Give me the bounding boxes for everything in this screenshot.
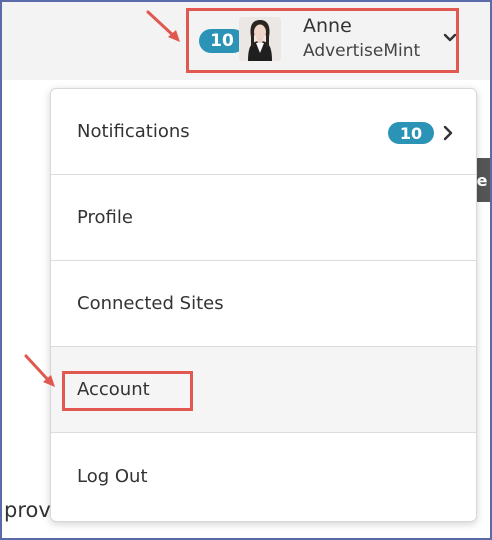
background-partial-text: prov bbox=[4, 498, 51, 522]
menu-item-label: Log Out bbox=[77, 465, 148, 487]
account-highlight-box bbox=[62, 371, 193, 411]
annotation-arrow-left bbox=[24, 354, 55, 387]
notifications-count-badge: 10 bbox=[388, 122, 434, 144]
menu-item-connected-sites[interactable]: Connected Sites bbox=[51, 261, 476, 347]
menu-item-log-out[interactable]: Log Out bbox=[51, 433, 476, 519]
menu-item-label: Profile bbox=[77, 207, 133, 228]
menu-item-profile[interactable]: Profile bbox=[51, 175, 476, 261]
menu-item-label: Notifications bbox=[77, 121, 190, 142]
annotation-arrow-top bbox=[146, 10, 180, 42]
menu-item-notifications[interactable]: Notifications 10 bbox=[51, 89, 476, 175]
menu-item-label: Connected Sites bbox=[77, 293, 224, 314]
chevron-down-icon[interactable] bbox=[442, 30, 458, 46]
user-organization[interactable]: AdvertiseMint bbox=[303, 41, 420, 61]
chevron-right-icon bbox=[443, 125, 453, 141]
avatar[interactable] bbox=[239, 17, 281, 61]
user-name[interactable]: Anne bbox=[303, 15, 352, 37]
user-dropdown-menu: Notifications 10 Profile Connected Sites… bbox=[50, 88, 477, 522]
